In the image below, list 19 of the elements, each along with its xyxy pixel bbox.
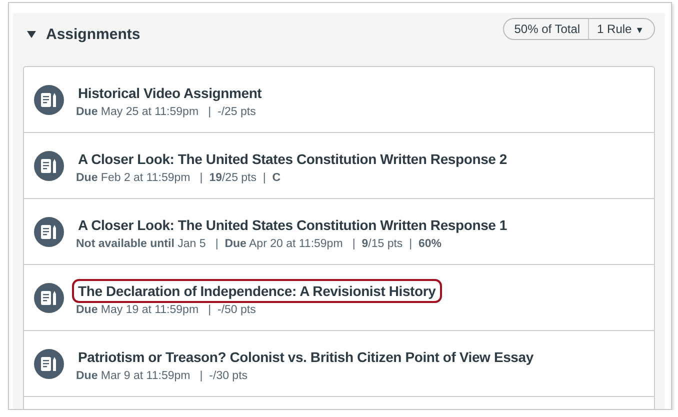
assignment-details: Due May 25 at 11:59pm | -/25 pts [76,106,256,118]
weight-label: 50% of Total [504,19,590,39]
assignment-icon [34,348,64,378]
assignment-icon [34,84,64,114]
assignment-title-link[interactable]: A Closer Look: The United States Constitution Written Response 1 [72,213,514,237]
assignment-title-link[interactable]: A Closer Look: The United States Constitution Written Response 2 [72,147,514,171]
assignment-icon [34,216,64,246]
assignment-details: Due Feb 2 at 11:59pm | 19/25 pts | C [76,172,281,184]
assignment-details: Due May 19 at 11:59pm | -/50 pts [76,304,256,316]
collapse-toggle-icon[interactable] [27,30,36,38]
assignment-icon [34,150,64,180]
rules-dropdown[interactable]: 1 Rule ▼ [589,22,654,36]
assignment-details: Due Mar 9 at 11:59pm | -/30 pts [76,370,248,382]
group-title: Assignments [46,26,142,42]
assignment-title-link[interactable]: The Declaration of Independence: A Revisionist History [72,279,442,303]
assignment-icon [34,282,64,312]
assignment-details: Not available until Jan 5 | Due Apr 20 at 11:59pm | 9/15 pts | 60% [76,238,442,250]
assignment-title-link[interactable]: Patriotism or Treason? Colonist vs. British Citizen Point of View Essay [72,345,540,369]
assignment-title-link[interactable]: Historical Video Assignment [72,81,268,105]
